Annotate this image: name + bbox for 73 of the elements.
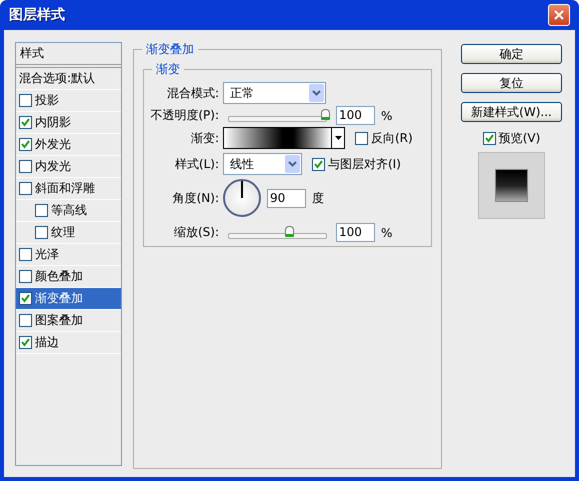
checkbox[interactable] [482, 132, 496, 145]
dropdown[interactable]: 正常 [223, 82, 326, 104]
field-label: 缩放(S): [172, 224, 219, 241]
checkbox[interactable] [19, 138, 32, 151]
checkbox[interactable] [19, 336, 32, 349]
style-item[interactable]: 混合选项:默认 [16, 68, 121, 90]
item-label: 光泽 [35, 246, 59, 263]
dialog-button[interactable]: 复位 [461, 73, 562, 93]
number-field[interactable]: 100 [336, 106, 375, 125]
checkbox[interactable] [19, 182, 32, 195]
panel-title: 渐变叠加 [142, 41, 198, 57]
field-label: 混合模式: [166, 84, 219, 102]
style-item[interactable]: 投影 [16, 90, 121, 112]
style-item[interactable]: 描边 [16, 332, 121, 354]
item-label: 渐变叠加 [35, 290, 83, 307]
style-item[interactable]: 内发光 [16, 156, 121, 178]
item-label: 内发光 [35, 158, 71, 175]
list-header: 样式 [16, 43, 121, 68]
dropdown-arrow-icon[interactable] [331, 128, 344, 148]
field-label: 样式(L): [174, 156, 219, 172]
dialog-button[interactable]: 确定 [461, 44, 562, 64]
checkbox[interactable] [19, 292, 32, 305]
item-label: 外发光 [35, 136, 71, 153]
checkbox[interactable] [35, 204, 48, 217]
item-label: 混合选项:默认 [19, 70, 96, 87]
checkbox[interactable] [312, 158, 325, 170]
style-item[interactable]: 等高线 [16, 200, 121, 222]
item-label: 投影 [35, 92, 59, 109]
style-item[interactable]: 纹理 [16, 222, 121, 244]
dialog-button[interactable]: 新建样式(W)... [461, 102, 562, 122]
unit-label: 度 [312, 190, 324, 206]
item-label: 内阴影 [35, 114, 71, 131]
caret-icon [309, 84, 324, 102]
field-label: 渐变: [190, 130, 219, 146]
caret-icon [285, 155, 300, 173]
item-label: 颜色叠加 [35, 268, 83, 285]
checkbox[interactable] [19, 248, 32, 261]
checkbox-label: 预览(V) [498, 130, 540, 147]
number-field[interactable]: 90 [267, 188, 306, 208]
window-title: 图层样式 [9, 6, 65, 24]
checkbox[interactable] [19, 160, 32, 173]
style-item[interactable]: 内阴影 [16, 112, 121, 134]
checkbox[interactable] [19, 314, 32, 327]
item-label: 斜面和浮雕 [35, 180, 95, 197]
checkbox[interactable] [19, 116, 32, 129]
slider-thumb[interactable] [285, 226, 294, 236]
item-label: 图案叠加 [35, 312, 83, 329]
item-label: 描边 [35, 334, 59, 351]
angle-dial[interactable] [223, 179, 261, 217]
checkbox-label: 与图层对齐(I) [328, 156, 401, 172]
dropdown[interactable]: 线性 [223, 153, 302, 175]
item-label: 纹理 [51, 224, 75, 241]
close-icon[interactable] [548, 4, 570, 26]
style-item[interactable]: 图案叠加 [16, 310, 121, 332]
style-item[interactable]: 斜面和浮雕 [16, 178, 121, 200]
unit-label: % [381, 108, 392, 122]
unit-label: % [381, 226, 392, 240]
gradient-picker[interactable] [223, 127, 345, 149]
style-item[interactable]: 外发光 [16, 134, 121, 156]
slider-thumb[interactable] [321, 108, 330, 120]
style-item[interactable]: 渐变叠加 [16, 288, 121, 310]
checkbox[interactable] [35, 226, 48, 239]
gradient-square-icon [495, 169, 528, 202]
field-label: 角度(N): [172, 190, 219, 206]
checkbox[interactable] [19, 270, 32, 283]
checkbox-label: 反向(R) [371, 130, 413, 146]
number-field[interactable]: 100 [336, 223, 375, 242]
checkbox[interactable] [355, 132, 368, 144]
checkbox[interactable] [19, 94, 32, 107]
field-label: 不透明度(P): [149, 107, 219, 124]
group-title: 渐变 [152, 61, 184, 77]
style-item[interactable]: 光泽 [16, 244, 121, 266]
item-label: 等高线 [51, 202, 87, 219]
